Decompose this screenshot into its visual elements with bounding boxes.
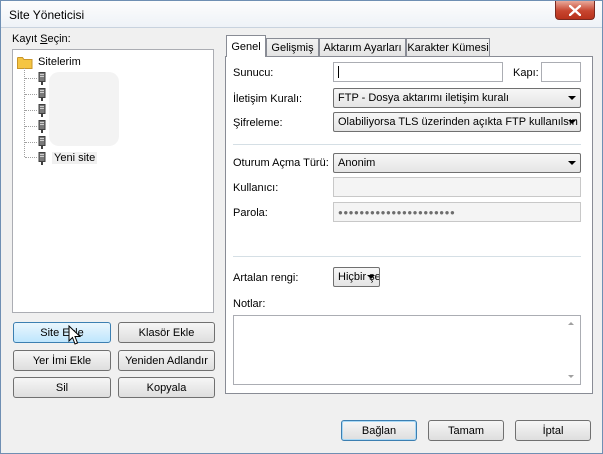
connect-button[interactable]: Bağlan [341,420,417,441]
user-input[interactable] [333,177,581,197]
tree-item-site[interactable] [38,86,46,102]
logon-type-label: Oturum Açma Türü: [233,157,329,169]
protocol-label: İletişim Kuralı: [233,93,303,105]
logon-type-select[interactable]: Anonim [333,153,581,173]
server-icon [38,87,46,101]
notes-label: Notlar: [233,298,266,310]
encryption-select[interactable]: Olabiliyorsa TLS üzerinden açıkta FTP ku… [333,112,581,132]
tree-line [25,142,37,143]
site-tree[interactable]: Sitelerim Yeni site [12,49,214,313]
tree-line [25,126,37,127]
divider [233,144,581,145]
tree-item-site[interactable] [38,118,46,134]
tree-line [25,94,37,95]
new-site-button[interactable]: Site Ekle [13,322,111,343]
tree-item-new-site[interactable]: Yeni site [38,150,98,166]
mouse-cursor-icon [68,325,82,345]
tree-item-site[interactable] [38,102,46,118]
tree-new-site-label: Yeni site [52,152,98,164]
host-input[interactable] [333,62,503,82]
encryption-label: Şifreleme: [233,117,283,129]
close-button[interactable] [555,1,595,20]
password-input[interactable]: ●●●●●●●●●●●●●●●●●●●●●● [333,202,581,222]
notes-scrollbar[interactable] [563,316,580,384]
chevron-down-icon [568,96,576,100]
delete-button[interactable]: Sil [13,377,111,398]
tree-line [25,78,37,79]
tab-general[interactable]: Genel [226,35,266,57]
copy-button[interactable]: Kopyala [118,377,215,398]
cancel-button[interactable]: İptal [515,420,591,441]
close-icon [569,4,581,16]
server-icon [38,71,46,85]
divider [233,256,581,257]
tab-advanced[interactable]: Gelişmiş [266,38,319,57]
rename-button[interactable]: Yeniden Adlandır [118,350,215,371]
password-label: Parola: [233,207,268,219]
port-label: Kapı: [513,67,539,79]
new-bookmark-button[interactable]: Yer İmi Ekle [13,350,111,371]
user-label: Kullanıcı: [233,182,279,194]
background-color-label: Artalan rengi: [233,272,299,284]
text-caret [338,66,339,78]
site-manager-window: Site Yöneticisi Kayıt Seçin: Sitelerim Y… [0,0,603,454]
tree-line [25,157,37,158]
window-title: Site Yöneticisi [9,8,85,22]
server-icon [38,103,46,117]
chevron-down-icon [568,120,576,124]
tree-item-root[interactable]: Sitelerim [17,54,81,70]
folder-icon [17,56,33,69]
chevron-down-icon [367,275,375,279]
tree-item-site[interactable] [38,70,46,86]
tree-line [24,68,25,157]
tree-line [25,110,37,111]
new-folder-button[interactable]: Klasör Ekle [118,322,215,343]
tree-root-label: Sitelerim [38,56,81,68]
server-icon [38,135,46,149]
server-icon [38,119,46,133]
notes-textarea[interactable] [233,315,581,385]
select-entry-label: Kayıt Seçin: [12,33,71,45]
tab-charset[interactable]: Karakter Kümesi [406,38,490,57]
protocol-select[interactable]: FTP - Dosya aktarımı iletişim kuralı [333,88,581,108]
title-bar[interactable]: Site Yöneticisi [1,1,602,28]
tab-transfer-settings[interactable]: Aktarım Ayarları [319,38,406,57]
tree-item-site[interactable] [38,134,46,150]
server-icon [38,151,46,165]
redacted-site-names [49,72,119,146]
port-input[interactable] [541,62,581,82]
chevron-down-icon [568,161,576,165]
ok-button[interactable]: Tamam [428,420,504,441]
background-color-select[interactable]: Hiçbir şey [333,267,380,287]
host-label: Sunucu: [233,67,274,79]
scroll-up-icon[interactable] [568,322,574,325]
scroll-down-icon[interactable] [568,375,574,378]
